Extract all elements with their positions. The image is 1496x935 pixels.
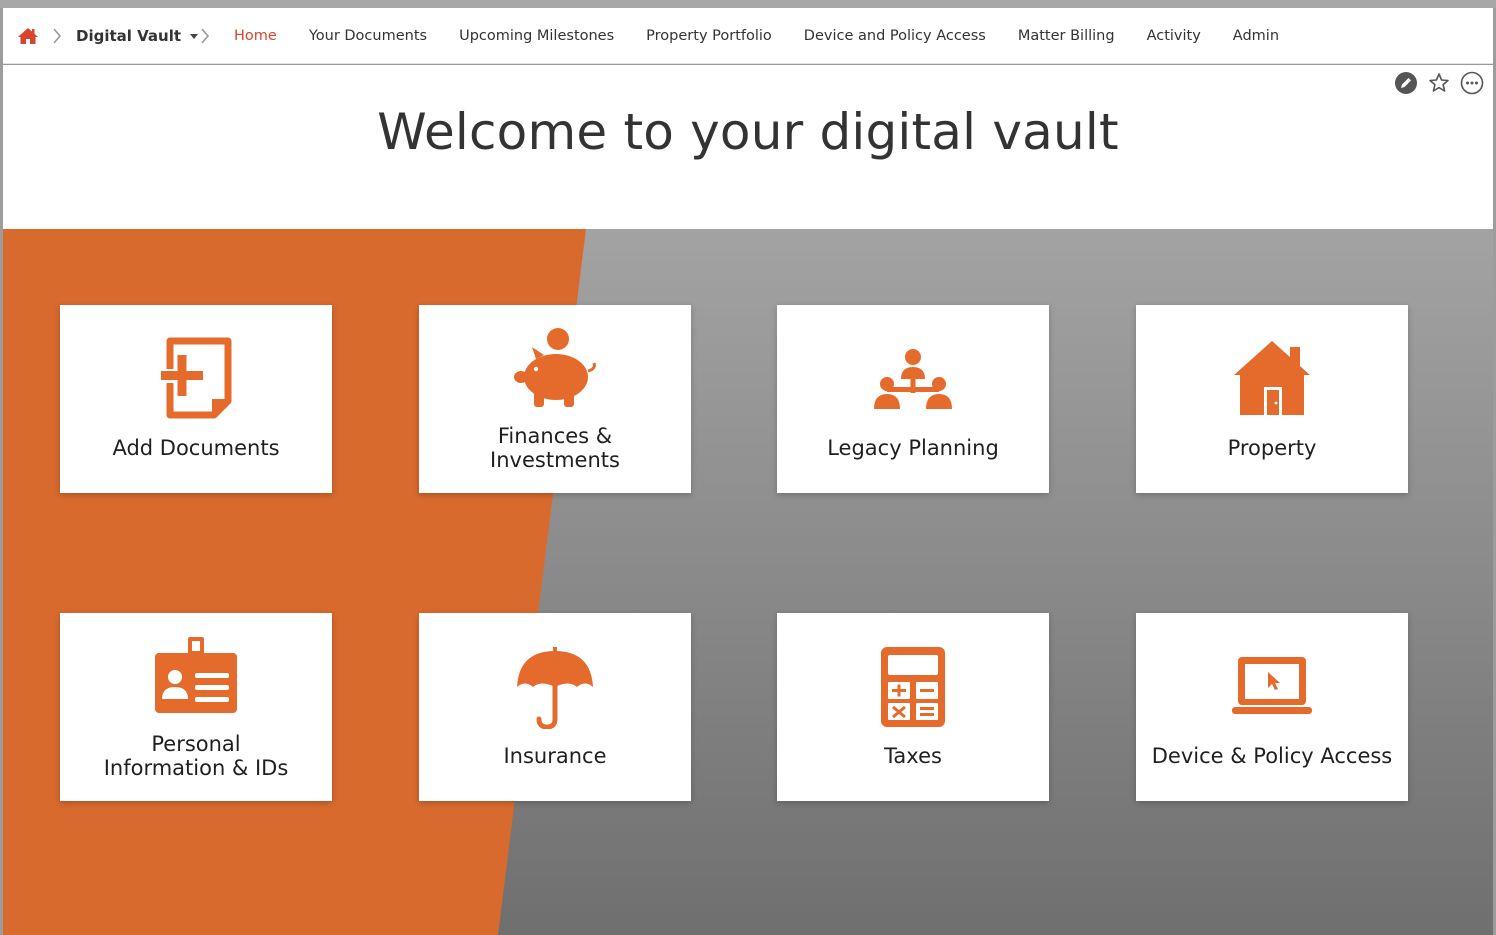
breadcrumb-digital-vault[interactable]: Digital Vault <box>76 8 199 64</box>
top-navbar: Digital Vault Home Your Documents Upcomi… <box>3 8 1493 64</box>
piggy-bank-icon <box>419 327 691 409</box>
house-icon <box>1136 339 1408 417</box>
tile-label: Legacy Planning <box>827 436 999 460</box>
calculator-icon <box>777 647 1049 727</box>
chevron-right-icon <box>51 26 63 46</box>
laptop-icon <box>1136 655 1408 719</box>
family-tree-icon <box>777 347 1049 413</box>
tile-label: Taxes <box>884 744 942 768</box>
page-toolbar <box>1394 71 1493 95</box>
hero-section: Welcome to your digital vault <box>3 65 1493 229</box>
nav-your-documents[interactable]: Your Documents <box>309 28 427 44</box>
tile-label: Device & Policy Access <box>1151 744 1393 768</box>
chevron-right-icon <box>199 26 211 46</box>
main-nav: Home Your Documents Upcoming Milestones … <box>234 8 1311 64</box>
window-top-border <box>0 0 1496 8</box>
tile-insurance[interactable]: Insurance <box>419 613 691 801</box>
nav-admin[interactable]: Admin <box>1233 28 1279 44</box>
tile-label: Property <box>1227 436 1317 460</box>
nav-upcoming-milestones[interactable]: Upcoming Milestones <box>459 28 614 44</box>
tile-taxes[interactable]: Taxes <box>777 613 1049 801</box>
nav-activity[interactable]: Activity <box>1147 28 1201 44</box>
page-title: Welcome to your digital vault <box>377 103 1119 161</box>
edit-icon[interactable] <box>1394 71 1418 95</box>
tile-finances-investments[interactable]: Finances & Investments <box>419 305 691 493</box>
nav-matter-billing[interactable]: Matter Billing <box>1018 28 1115 44</box>
tile-property[interactable]: Property <box>1136 305 1408 493</box>
tiles-section: Add Documents Finances & Investments Leg… <box>3 229 1493 935</box>
id-card-icon <box>60 637 332 715</box>
tile-label: Personal Information & IDs <box>103 732 289 780</box>
caret-down-icon <box>190 33 199 39</box>
tile-label: Finances & Investments <box>490 424 620 472</box>
tile-label: Insurance <box>503 744 607 768</box>
tile-add-documents[interactable]: Add Documents <box>60 305 332 493</box>
nav-device-policy-access[interactable]: Device and Policy Access <box>804 28 986 44</box>
tile-device-policy-access[interactable]: Device & Policy Access <box>1136 613 1408 801</box>
tile-legacy-planning[interactable]: Legacy Planning <box>777 305 1049 493</box>
tile-label: Add Documents <box>112 436 280 460</box>
more-icon[interactable] <box>1460 71 1484 95</box>
breadcrumb-vault-label: Digital Vault <box>76 27 182 45</box>
nav-property-portfolio[interactable]: Property Portfolio <box>646 28 772 44</box>
tile-personal-information-ids[interactable]: Personal Information & IDs <box>60 613 332 801</box>
umbrella-icon <box>419 647 691 729</box>
star-icon[interactable] <box>1427 71 1451 95</box>
add-document-icon <box>60 337 332 419</box>
nav-home[interactable]: Home <box>234 28 277 44</box>
home-icon[interactable] <box>17 27 39 45</box>
